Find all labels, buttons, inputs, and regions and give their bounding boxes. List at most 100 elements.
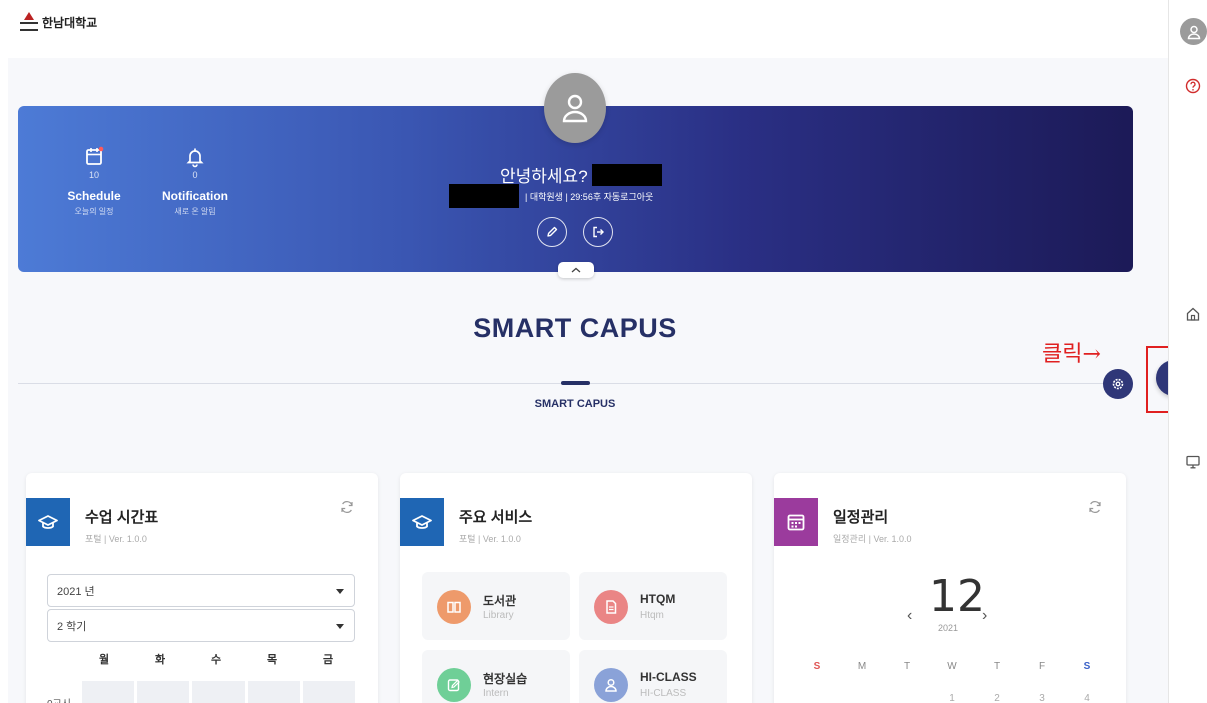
chevron-down-icon	[336, 624, 344, 629]
prev-month-button[interactable]: ‹	[907, 607, 912, 625]
services-badge	[400, 498, 444, 546]
calendar-day[interactable]: 3	[1027, 693, 1057, 703]
help-button[interactable]	[1184, 77, 1202, 95]
user-icon	[562, 94, 588, 123]
calendar-day[interactable]	[892, 693, 922, 703]
calendar-icon	[787, 514, 805, 531]
dow-sat: S	[1083, 661, 1091, 672]
weekday-header: 월 화 수 목 금	[76, 651, 356, 667]
collapse-banner-button[interactable]	[558, 262, 594, 278]
settings-icon	[1112, 378, 1124, 390]
calendar-day[interactable]: 2	[982, 693, 1012, 703]
settings-button[interactable]	[1103, 369, 1133, 399]
calendar-day[interactable]: 1	[937, 693, 967, 703]
year-select[interactable]: 2021 년	[47, 574, 355, 607]
service-intern[interactable]: 현장실습 Intern	[422, 650, 570, 703]
logout-button[interactable]	[583, 217, 613, 247]
sidebar-avatar[interactable]	[1180, 18, 1207, 45]
profile-avatar[interactable]	[544, 73, 606, 143]
monitor-button[interactable]	[1184, 453, 1202, 471]
period-cell[interactable]	[82, 681, 135, 703]
service-sub: Library	[483, 610, 514, 621]
pencil-icon	[547, 226, 558, 237]
service-sub: Intern	[483, 688, 509, 699]
section-tab-label[interactable]: SMART CAPUS	[0, 398, 1150, 410]
refresh-icon[interactable]	[339, 499, 355, 515]
services-card: 주요 서비스 포털 | Ver. 1.0.0 도서관 Library HTQM …	[400, 473, 752, 703]
calendar-year: 2021	[938, 623, 959, 633]
hannam-logo[interactable]: 한남대학교	[20, 12, 97, 32]
calendar-icon	[86, 146, 104, 165]
refresh-icon[interactable]	[1087, 499, 1103, 515]
edit-icon	[437, 668, 471, 702]
section-tab-indicator[interactable]	[561, 381, 590, 385]
dow-fri: F	[1038, 661, 1046, 672]
schedule-label: Schedule	[67, 189, 121, 203]
notification-stat[interactable]: 0 Notification 새로 온 알림	[145, 146, 245, 217]
term-select-value: 2 학기	[57, 620, 87, 633]
monitor-icon	[1186, 455, 1200, 469]
timetable-badge	[26, 498, 70, 546]
service-htqm[interactable]: HTQM Htqm	[579, 572, 727, 640]
top-bar: 한남대학교	[0, 0, 1168, 58]
help-icon	[1185, 78, 1201, 94]
services-title: 주요 서비스	[459, 509, 533, 526]
click-annotation: 클릭→	[1042, 342, 1101, 367]
redacted-user-id	[449, 184, 519, 208]
timetable-meta: 포털 | Ver. 1.0.0	[85, 534, 147, 544]
book-icon	[437, 590, 471, 624]
calendar-week-row: 1 2 3 4	[802, 693, 1102, 703]
edit-profile-button[interactable]	[537, 217, 567, 247]
calendar-day[interactable]: 4	[1072, 693, 1102, 703]
redacted-name	[591, 163, 662, 186]
user-icon	[1187, 25, 1200, 39]
period-label: 0교시	[47, 681, 79, 703]
schedule-sub: 오늘의 일정	[74, 207, 114, 216]
period-cell[interactable]	[137, 681, 190, 703]
period-cell[interactable]	[302, 681, 356, 703]
service-sub: HI-CLASS	[640, 688, 687, 699]
dow-sun: S	[813, 661, 821, 672]
service-library[interactable]: 도서관 Library	[422, 572, 570, 640]
period-row: 0교시	[47, 681, 356, 703]
service-sub: Htqm	[640, 610, 664, 621]
section-title: SMART CAPUS	[473, 313, 677, 343]
service-name: HI-CLASS	[640, 670, 697, 684]
chevron-down-icon	[336, 589, 344, 594]
day-mon: 월	[98, 654, 110, 666]
notification-count: 0	[192, 170, 198, 180]
logo-mark-icon	[20, 12, 38, 32]
period-cell[interactable]	[192, 681, 245, 703]
user-meta: | 대학원생 | 29:56후 자동로그아웃	[525, 191, 654, 202]
year-select-value: 2021 년	[57, 585, 95, 598]
calendar-badge	[774, 498, 818, 546]
schedule-stat[interactable]: 10 Schedule 오늘의 일정	[44, 146, 144, 217]
dow-tue: T	[903, 661, 911, 672]
calendar-weekdays: S M T W T F S	[802, 661, 1102, 672]
timetable-title: 수업 시간표	[85, 509, 159, 526]
logout-icon	[593, 226, 604, 238]
day-thu: 목	[266, 654, 278, 666]
services-meta: 포털 | Ver. 1.0.0	[459, 534, 521, 544]
next-month-button[interactable]: ›	[982, 607, 987, 625]
calendar-day[interactable]	[802, 693, 832, 703]
calendar-month: 12	[929, 571, 985, 622]
notification-sub: 새로 온 알림	[174, 207, 216, 216]
service-name: HTQM	[640, 592, 676, 606]
user-info-line: | 대학원생 | 29:56후 자동로그아웃	[449, 184, 653, 208]
chevron-up-icon	[571, 267, 581, 273]
dow-wed: W	[947, 661, 957, 672]
graduation-cap-icon	[412, 515, 432, 529]
home-button[interactable]	[1184, 305, 1202, 323]
dow-thu: T	[993, 661, 1001, 672]
term-select[interactable]: 2 학기	[47, 609, 355, 642]
calendar-title: 일정관리	[833, 509, 889, 526]
home-icon	[1186, 307, 1200, 321]
calendar-meta: 일정관리 | Ver. 1.0.0	[833, 534, 912, 544]
day-wed: 수	[210, 654, 222, 666]
period-cell[interactable]	[247, 681, 300, 703]
calendar-day[interactable]	[847, 693, 877, 703]
service-hiclass[interactable]: HI-CLASS HI-CLASS	[579, 650, 727, 703]
timetable-card: 수업 시간표 포털 | Ver. 1.0.0 2021 년 2 학기 월 화 수…	[26, 473, 378, 703]
day-fri: 금	[322, 654, 334, 666]
